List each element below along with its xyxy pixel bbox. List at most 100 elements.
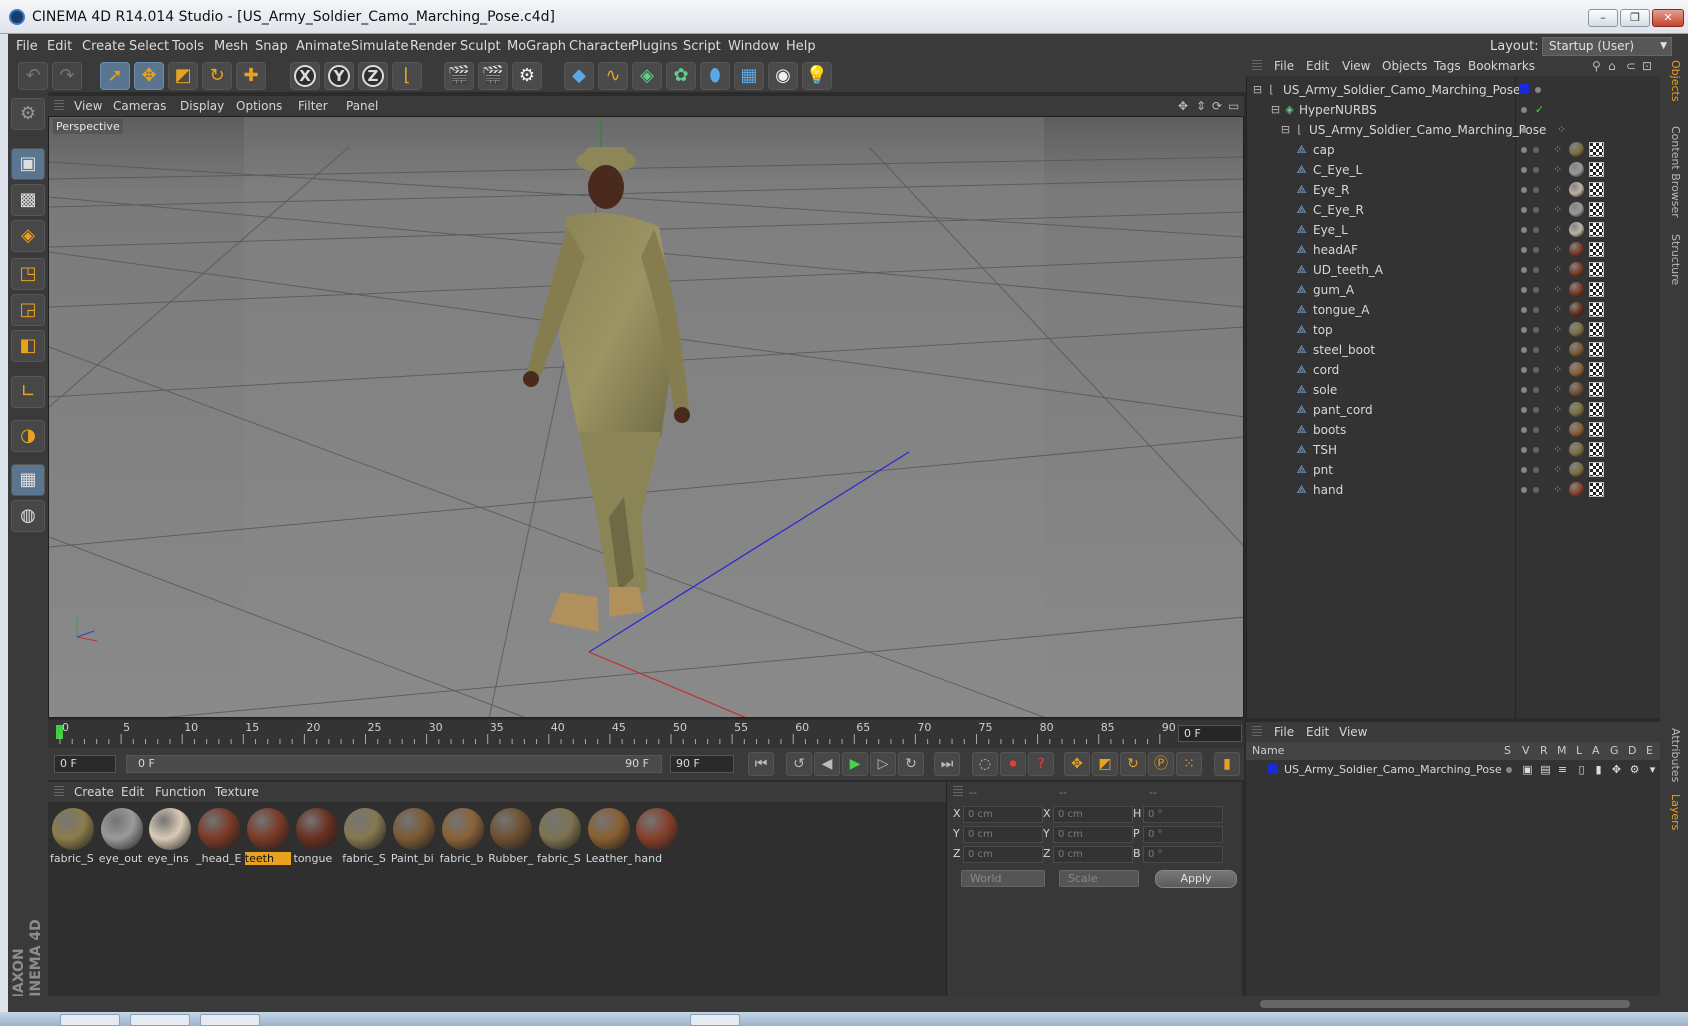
- phong-tag-icon[interactable]: ⁘: [1553, 243, 1562, 256]
- material-swatch[interactable]: eye_ins: [147, 806, 193, 865]
- object-row[interactable]: ⟁ gum_A ⁘: [1247, 280, 1661, 300]
- material-tag-icon[interactable]: [1569, 322, 1584, 337]
- editor-visibility-dot[interactable]: [1521, 487, 1527, 493]
- phong-tag-icon[interactable]: ⁘: [1553, 343, 1562, 356]
- material-tag-icon[interactable]: [1569, 462, 1584, 477]
- object-row[interactable]: ⟁ top ⁘: [1247, 320, 1661, 340]
- collapse-icon[interactable]: ⊟: [1279, 123, 1292, 136]
- pos-x-field[interactable]: 0 cm: [963, 806, 1043, 823]
- apply-button[interactable]: Apply: [1155, 870, 1237, 888]
- phong-tag-icon[interactable]: ⁘: [1553, 263, 1562, 276]
- column-render[interactable]: R: [1540, 744, 1548, 757]
- uvw-tag-icon[interactable]: [1589, 342, 1604, 357]
- phong-tag-icon[interactable]: ⁘: [1553, 203, 1562, 216]
- render-visibility-dot[interactable]: [1533, 487, 1539, 493]
- uvw-tag-icon[interactable]: [1589, 162, 1604, 177]
- new-window-icon[interactable]: ⊡: [1642, 59, 1652, 73]
- taskbar-item[interactable]: [130, 1014, 190, 1026]
- phong-tag-icon[interactable]: ⁘: [1553, 223, 1562, 236]
- material-swatch[interactable]: _head_E: [196, 806, 242, 865]
- workplane-mode-icon[interactable]: ◈: [11, 220, 45, 252]
- phong-tag-icon[interactable]: ⁘: [1553, 483, 1562, 496]
- editor-visibility-dot[interactable]: [1521, 427, 1527, 433]
- viewport-camera-label[interactable]: Perspective: [53, 119, 123, 134]
- uvw-tag-icon[interactable]: [1589, 302, 1604, 317]
- parameter-key-icon[interactable]: Ⓟ: [1148, 752, 1174, 776]
- tab-content-browser[interactable]: Content Browser: [1664, 126, 1682, 218]
- menu-snap[interactable]: Snap: [255, 39, 288, 54]
- phong-tag-icon[interactable]: ⁘: [1553, 423, 1562, 436]
- collapse-icon[interactable]: ⊟: [1251, 83, 1264, 96]
- tab-layers[interactable]: Layers: [1664, 794, 1682, 830]
- material-swatch[interactable]: Rubber_: [488, 806, 534, 865]
- lm-menu-edit[interactable]: Edit: [1306, 725, 1329, 739]
- render-visibility-dot[interactable]: [1533, 387, 1539, 393]
- viewport-menu-view[interactable]: View: [74, 99, 102, 113]
- render-visibility-dot[interactable]: [1533, 167, 1539, 173]
- frame-range-slider[interactable]: 0 F 90 F: [126, 755, 662, 773]
- panel-handle-icon[interactable]: [54, 100, 64, 112]
- uvw-tag-icon[interactable]: [1589, 182, 1604, 197]
- render-visibility-dot[interactable]: [1533, 287, 1539, 293]
- timeline-ruler[interactable]: 0 5 10 15 20 25 30 35 40 45 50 55 60 65 70 75 80 85 90 0 F: [48, 720, 1244, 748]
- menu-simulate[interactable]: Simulate: [351, 39, 408, 54]
- column-solo[interactable]: S: [1504, 744, 1511, 757]
- pos-y-field[interactable]: 0 cm: [963, 826, 1043, 843]
- uvw-tag-icon[interactable]: [1589, 222, 1604, 237]
- menu-render[interactable]: Render: [410, 39, 456, 54]
- column-manager[interactable]: M: [1557, 744, 1567, 757]
- visibility-dot[interactable]: [1521, 127, 1527, 133]
- model-mode-icon[interactable]: ▣: [11, 148, 45, 180]
- visibility-dot[interactable]: [1521, 107, 1527, 113]
- render-visibility-dot[interactable]: [1533, 227, 1539, 233]
- viewport-menu-panel[interactable]: Panel: [346, 99, 378, 113]
- scrollbar-thumb[interactable]: [1260, 1000, 1630, 1008]
- uvw-tag-icon[interactable]: [1589, 282, 1604, 297]
- om-menu-edit[interactable]: Edit: [1306, 59, 1329, 73]
- material-tag-icon[interactable]: [1569, 202, 1584, 217]
- keyframe-selection-icon[interactable]: ?: [1028, 752, 1054, 776]
- object-row[interactable]: ⟁ pnt ⁘: [1247, 460, 1661, 480]
- editor-visibility-dot[interactable]: [1521, 287, 1527, 293]
- uvw-tag-icon[interactable]: [1589, 442, 1604, 457]
- points-mode-icon[interactable]: ◳: [11, 258, 45, 290]
- phong-tag-icon[interactable]: ⁘: [1553, 283, 1562, 296]
- edges-mode-icon[interactable]: ◲: [11, 294, 45, 326]
- render-visibility-dot[interactable]: [1533, 327, 1539, 333]
- menu-create[interactable]: Create: [82, 39, 125, 54]
- menu-plugins[interactable]: Plugins: [631, 39, 678, 54]
- object-row[interactable]: ⟁ cap ⁘: [1247, 140, 1661, 160]
- object-row[interactable]: ⟁ boots ⁘: [1247, 420, 1661, 440]
- material-tag-icon[interactable]: [1569, 282, 1584, 297]
- editor-visibility-dot[interactable]: [1521, 467, 1527, 473]
- menu-tools[interactable]: Tools: [172, 39, 204, 54]
- om-menu-objects[interactable]: Objects: [1382, 59, 1427, 73]
- phong-tag-icon[interactable]: ⁘: [1553, 463, 1562, 476]
- y-axis-icon[interactable]: Y: [324, 62, 354, 90]
- size-mode-dropdown[interactable]: Scale: [1059, 870, 1139, 887]
- manager-toggle-icon[interactable]: ≡: [1556, 763, 1569, 776]
- material-tag-icon[interactable]: [1569, 442, 1584, 457]
- array-icon[interactable]: ✿: [666, 62, 696, 90]
- uvw-tag-icon[interactable]: [1589, 262, 1604, 277]
- panel-handle-icon[interactable]: [1252, 60, 1262, 72]
- uvw-tag-icon[interactable]: [1589, 462, 1604, 477]
- generator-toggle-icon[interactable]: ✥: [1610, 763, 1623, 776]
- material-tag-icon[interactable]: [1569, 302, 1584, 317]
- tab-structure[interactable]: Structure: [1664, 234, 1682, 285]
- render-toggle-icon[interactable]: ▤: [1539, 763, 1552, 776]
- object-row[interactable]: ⟁ Eye_L ⁘: [1247, 220, 1661, 240]
- editor-visibility-dot[interactable]: [1521, 367, 1527, 373]
- undo-icon[interactable]: ↶: [18, 62, 48, 90]
- scheme-settings-icon[interactable]: ▮: [1214, 752, 1240, 776]
- object-row[interactable]: ⟁ sole ⁘: [1247, 380, 1661, 400]
- phong-tag-icon[interactable]: ⁘: [1553, 163, 1562, 176]
- play-icon[interactable]: ▶: [842, 752, 868, 776]
- perspective-viewport[interactable]: Perspective: [48, 116, 1244, 718]
- size-z-field[interactable]: 0 cm: [1053, 846, 1133, 863]
- phong-tag-icon[interactable]: ⁘: [1553, 443, 1562, 456]
- render-visibility-dot[interactable]: [1533, 267, 1539, 273]
- object-row[interactable]: ⟁ TSH ⁘: [1247, 440, 1661, 460]
- tweak-mode-icon[interactable]: ◑: [11, 420, 45, 452]
- phong-tag-icon[interactable]: ⁘: [1557, 123, 1566, 136]
